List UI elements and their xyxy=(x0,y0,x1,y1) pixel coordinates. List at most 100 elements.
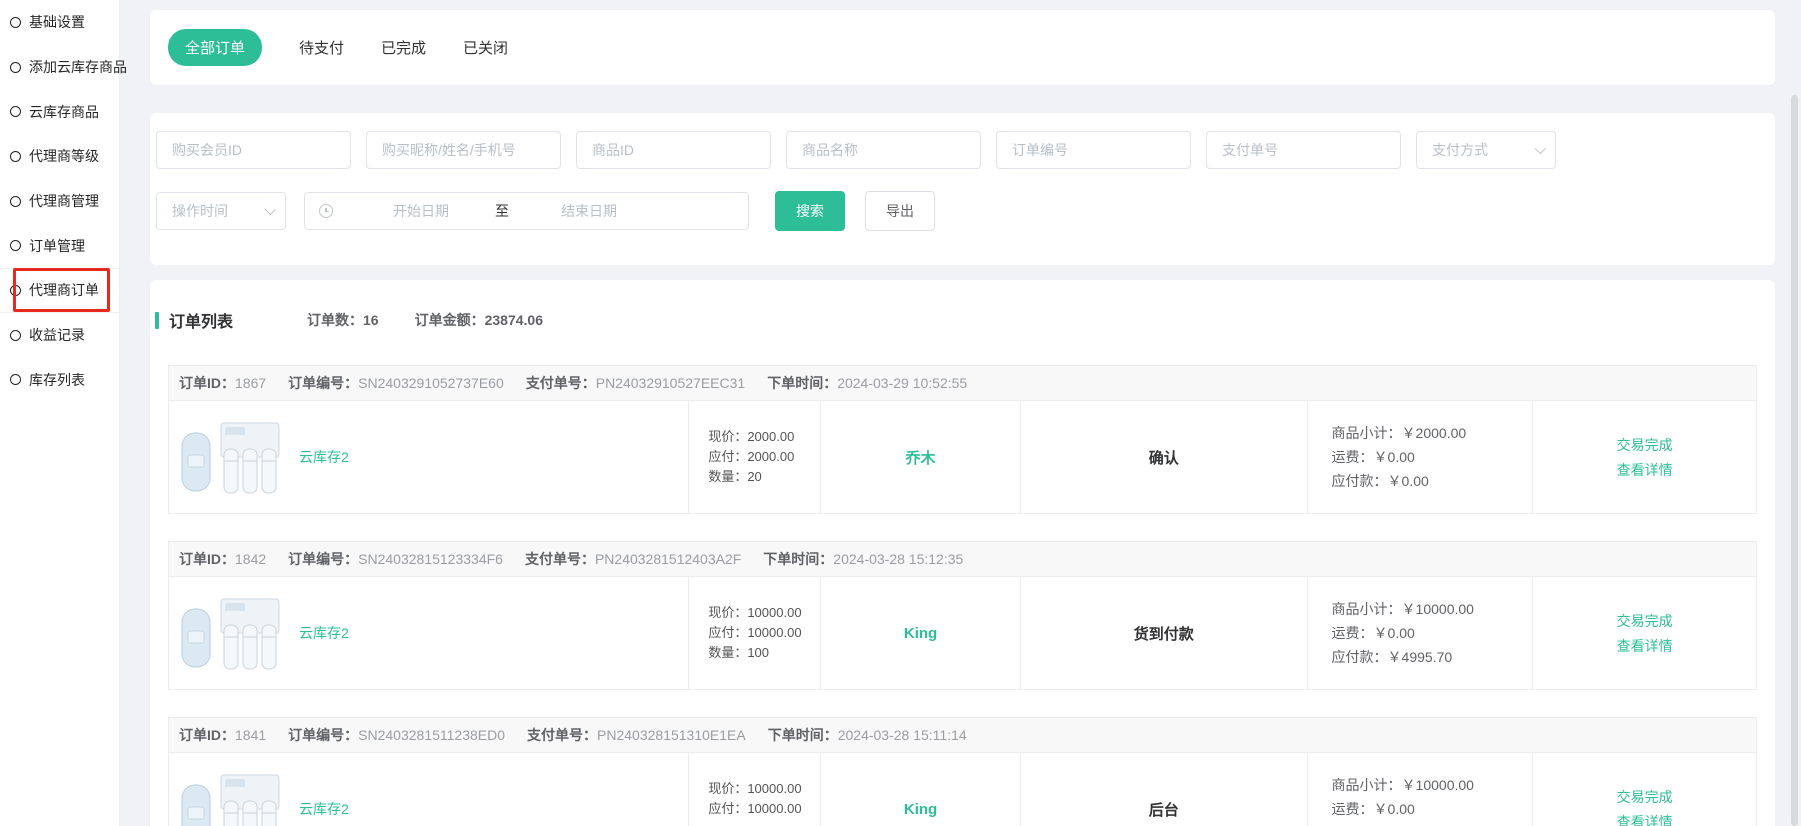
order-id-label: 订单ID： xyxy=(179,551,235,567)
order-status-text: 交易完成 xyxy=(1617,435,1673,455)
view-detail-link[interactable]: 查看详情 xyxy=(1617,636,1673,656)
product-name-link[interactable]: 云库存2 xyxy=(299,799,349,819)
sidebar-item-basic-settings[interactable]: 基础设置 xyxy=(0,0,119,45)
buyer-nickname-input[interactable] xyxy=(366,131,561,169)
view-detail-link[interactable]: 查看详情 xyxy=(1617,460,1673,480)
payable-line: 应付：2000.00 xyxy=(708,447,820,467)
order-time-label: 下单时间： xyxy=(767,375,837,391)
circle-icon xyxy=(10,285,21,296)
sidebar-item-label: 库存列表 xyxy=(29,370,85,390)
sidebar-item-label: 代理商等级 xyxy=(29,146,99,166)
order-id-value: 1841 xyxy=(235,727,266,743)
order-id-value: 1842 xyxy=(235,551,266,567)
totals-cell: 商品小计：￥10000.00 运费：￥0.00 xyxy=(1307,753,1533,826)
order-no-label: 订单编号： xyxy=(288,375,358,391)
circle-icon xyxy=(10,374,21,385)
order-body: 云库存2 现价：10000.00 应付：10000.00 数量：100 King… xyxy=(169,577,1756,689)
circle-icon xyxy=(10,196,21,207)
tab-closed[interactable]: 已关闭 xyxy=(463,37,508,58)
due-line: 应付款：￥0.00 xyxy=(1332,469,1533,493)
quantity-line: 数量：100 xyxy=(708,643,820,663)
price-cell: 现价：10000.00 应付：10000.00 xyxy=(688,753,820,826)
order-row: 订单ID：1842 订单编号：SN24032815123334F6 支付单号：P… xyxy=(168,541,1757,690)
product-name-link[interactable]: 云库存2 xyxy=(299,623,349,643)
tab-all-orders[interactable]: 全部订单 xyxy=(168,29,262,66)
pay-no-input[interactable] xyxy=(1206,131,1401,169)
sidebar-item-stock-list[interactable]: 库存列表 xyxy=(0,358,119,403)
product-cell: 云库存2 xyxy=(169,753,688,826)
buyer-cell[interactable]: King xyxy=(820,577,1020,689)
product-name-input[interactable] xyxy=(786,131,981,169)
sidebar-item-label: 代理商管理 xyxy=(29,191,99,211)
buyer-cell[interactable]: 乔木 xyxy=(820,401,1020,513)
due-line xyxy=(1332,821,1533,826)
start-date-placeholder[interactable]: 开始日期 xyxy=(375,201,467,221)
sidebar-item-agent-orders[interactable]: 代理商订单 xyxy=(0,268,119,313)
pay-no-label: 支付单号： xyxy=(526,375,596,391)
payable-line: 应付：10000.00 xyxy=(708,799,820,819)
sidebar-item-add-cloud-stock-product[interactable]: 添加云库存商品 xyxy=(0,45,119,90)
order-no-value: SN2403291052737E60 xyxy=(358,375,504,391)
sidebar-item-cloud-stock-products[interactable]: 云库存商品 xyxy=(0,89,119,134)
product-image xyxy=(177,767,285,826)
sidebar-item-order-management[interactable]: 订单管理 xyxy=(0,223,119,268)
search-button[interactable]: 搜索 xyxy=(775,191,845,231)
actions-cell: 交易完成 查看详情 xyxy=(1532,753,1756,826)
order-time-value: 2024-03-28 15:11:14 xyxy=(838,727,967,743)
tab-completed[interactable]: 已完成 xyxy=(381,37,426,58)
subtotal-line: 商品小计：￥10000.00 xyxy=(1332,597,1533,621)
buyer-cell[interactable]: King xyxy=(820,753,1020,826)
order-time-label: 下单时间： xyxy=(763,551,833,567)
shipping-line: 运费：￥0.00 xyxy=(1332,445,1533,469)
order-no-input[interactable] xyxy=(996,131,1191,169)
sidebar-item-agent-level[interactable]: 代理商等级 xyxy=(0,134,119,179)
order-list-title: 订单列表 xyxy=(169,308,233,332)
buyer-member-id-input[interactable] xyxy=(156,131,351,169)
order-header: 订单ID：1842 订单编号：SN24032815123334F6 支付单号：P… xyxy=(169,542,1756,577)
pay-no-label: 支付单号： xyxy=(525,551,595,567)
time-type-select[interactable]: 操作时间 xyxy=(156,192,286,230)
pay-method-select[interactable]: 支付方式 xyxy=(1416,131,1556,169)
sidebar-item-agent-management[interactable]: 代理商管理 xyxy=(0,179,119,224)
view-detail-link[interactable]: 查看详情 xyxy=(1617,812,1673,826)
product-cell: 云库存2 xyxy=(169,401,688,513)
product-cell: 云库存2 xyxy=(169,577,688,689)
quantity-line xyxy=(708,819,820,826)
shipping-line: 运费：￥0.00 xyxy=(1332,621,1533,645)
page: 基础设置 添加云库存商品 云库存商品 代理商等级 代理商管理 订单管理 代理商订… xyxy=(0,0,1801,826)
order-list-header: 订单列表 订单数：16 订单金额：23874.06 xyxy=(150,280,1775,332)
circle-icon xyxy=(10,240,21,251)
order-id-label: 订单ID： xyxy=(179,727,235,743)
export-button[interactable]: 导出 xyxy=(865,191,935,231)
date-range-picker[interactable]: 开始日期 至 结束日期 xyxy=(304,192,749,230)
order-amount-total: 订单金额：23874.06 xyxy=(415,310,543,330)
pay-method-select-label: 支付方式 xyxy=(1432,140,1488,160)
product-id-input[interactable] xyxy=(576,131,771,169)
date-to-label: 至 xyxy=(495,201,509,221)
time-type-select-label: 操作时间 xyxy=(172,201,228,221)
circle-icon xyxy=(10,151,21,162)
order-time-value: 2024-03-28 15:12:35 xyxy=(833,551,963,567)
tab-pending-payment[interactable]: 待支付 xyxy=(299,37,344,58)
quantity-line: 数量：20 xyxy=(708,467,820,487)
order-time-label: 下单时间： xyxy=(768,727,838,743)
order-row: 订单ID：1867 订单编号：SN2403291052737E60 支付单号：P… xyxy=(168,365,1757,514)
price-line: 现价：10000.00 xyxy=(708,603,820,623)
circle-icon xyxy=(10,106,21,117)
price-line: 现价：10000.00 xyxy=(708,779,820,799)
product-name-link[interactable]: 云库存2 xyxy=(299,447,349,467)
order-count: 订单数：16 xyxy=(307,310,379,330)
actions-cell: 交易完成 查看详情 xyxy=(1532,401,1756,513)
subtotal-line: 商品小计：￥10000.00 xyxy=(1332,773,1533,797)
sidebar-item-income-records[interactable]: 收益记录 xyxy=(0,313,119,358)
sidebar-item-label: 云库存商品 xyxy=(29,102,99,122)
shipping-line: 运费：￥0.00 xyxy=(1332,797,1533,821)
end-date-placeholder[interactable]: 结束日期 xyxy=(543,201,635,221)
price-cell: 现价：2000.00 应付：2000.00 数量：20 xyxy=(688,401,820,513)
order-time-value: 2024-03-29 10:52:55 xyxy=(837,375,967,391)
actions-cell: 交易完成 查看详情 xyxy=(1532,577,1756,689)
filter-toolbar: 支付方式 操作时间 开始日期 至 结束日期 搜索 导出 xyxy=(150,113,1775,265)
sidebar: 基础设置 添加云库存商品 云库存商品 代理商等级 代理商管理 订单管理 代理商订… xyxy=(0,0,120,826)
pay-method-cell: 后台 xyxy=(1020,753,1307,826)
vertical-scrollbar[interactable] xyxy=(1791,95,1798,826)
